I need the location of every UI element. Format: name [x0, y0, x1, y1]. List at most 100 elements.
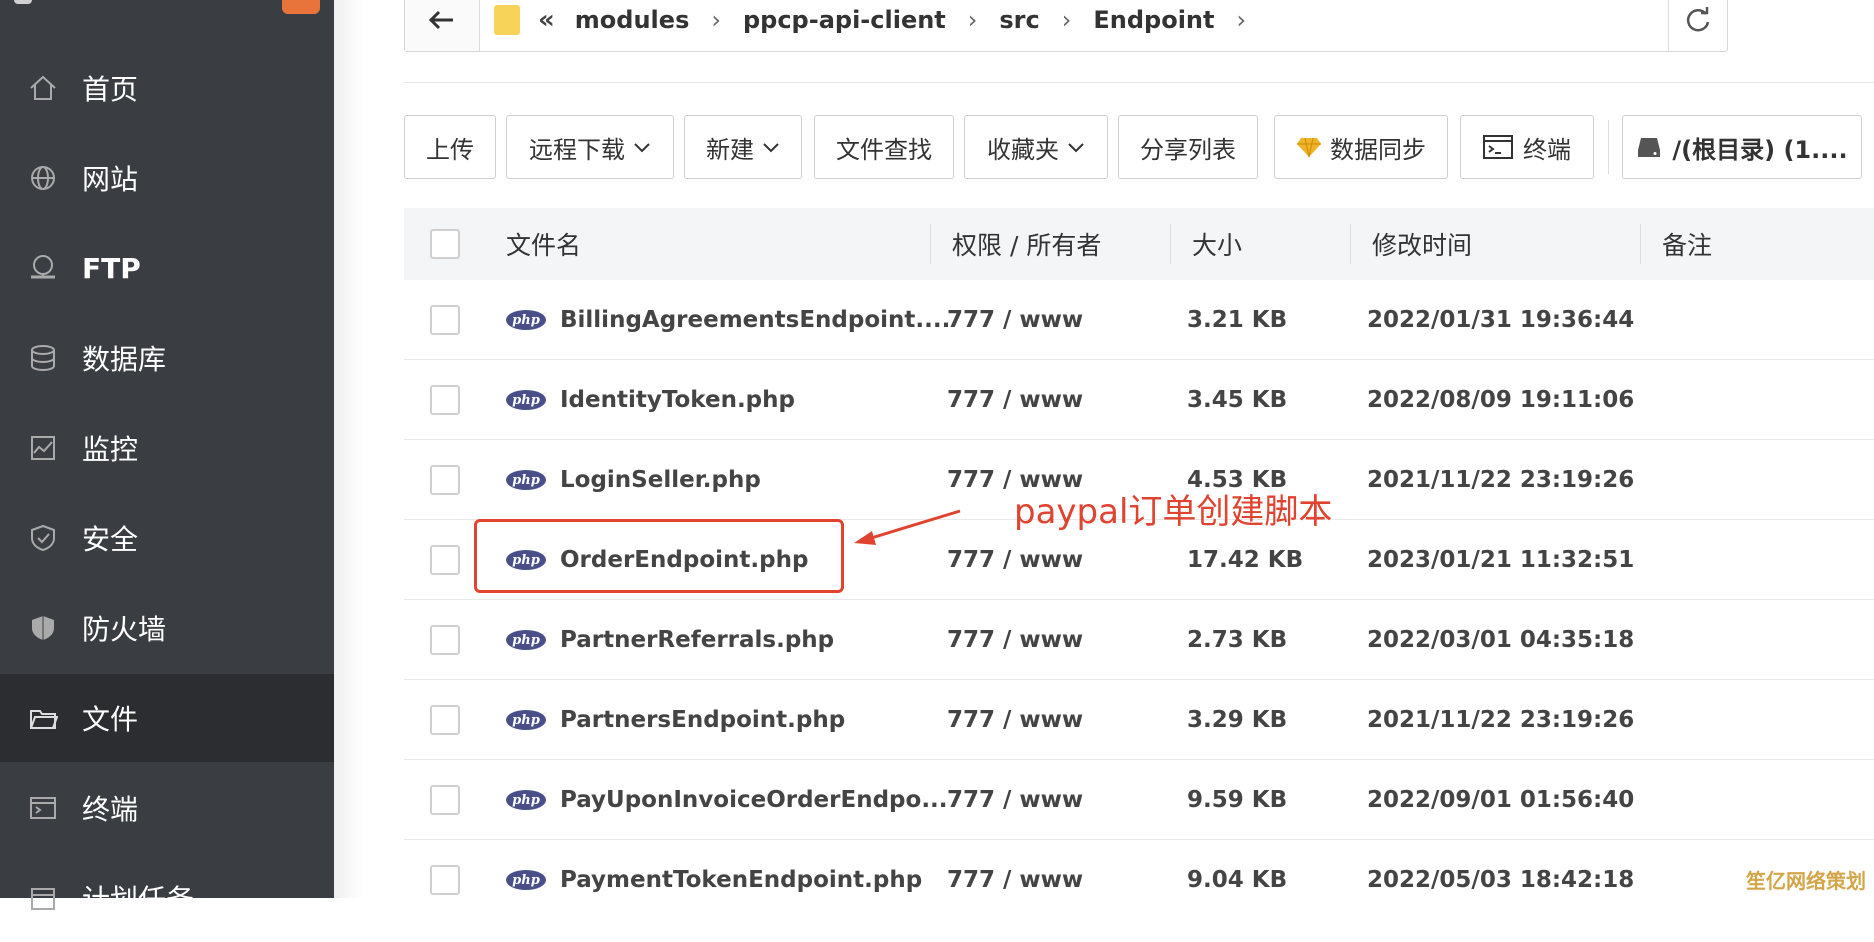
data-sync-button[interactable]: 数据同步: [1274, 115, 1448, 179]
column-header-note[interactable]: 备注: [1662, 208, 1712, 280]
breadcrumb-item[interactable]: modules: [575, 6, 690, 34]
terminal-icon: [26, 791, 60, 825]
row-checkbox[interactable]: [430, 465, 460, 495]
shield-icon: [26, 521, 60, 555]
column-header-size[interactable]: 大小: [1192, 208, 1242, 280]
file-permission[interactable]: 777 / www: [947, 360, 1083, 440]
file-size: 3.29 KB: [1187, 707, 1288, 733]
file-name[interactable]: PaymentTokenEndpoint.php: [560, 867, 922, 893]
file-size: 9.04 KB: [1187, 867, 1288, 893]
table-row[interactable]: php IdentityToken.php 777 / www 3.45 KB 2…: [404, 360, 1874, 440]
favorites-button[interactable]: 收藏夹: [964, 115, 1108, 179]
chevron-down-icon: [634, 143, 650, 153]
refresh-button[interactable]: [1668, 0, 1727, 51]
file-modified-time: 2021/11/22 23:19:26: [1367, 707, 1635, 733]
sidebar-shadow: [334, 0, 364, 898]
firewall-icon: [26, 611, 60, 645]
file-modified-time: 2022/08/09 19:11:06: [1367, 387, 1635, 413]
sidebar-item-cron[interactable]: 计划任务: [0, 854, 334, 942]
row-checkbox[interactable]: [430, 305, 460, 335]
php-file-icon: php: [506, 310, 546, 330]
sidebar-item-database[interactable]: 数据库: [0, 314, 334, 402]
file-name[interactable]: PartnerReferrals.php: [560, 627, 834, 653]
table-row[interactable]: php PaymentTokenEndpoint.php 777 / www 9.…: [404, 840, 1874, 898]
column-separator: [1350, 224, 1351, 264]
breadcrumb-item[interactable]: Endpoint: [1093, 6, 1214, 34]
file-permission[interactable]: 777 / www: [947, 600, 1083, 680]
sidebar-item-ftp[interactable]: FTP: [0, 224, 334, 312]
sidebar-item-terminal[interactable]: 终端: [0, 764, 334, 852]
upload-label: 上传: [426, 135, 474, 164]
sidebar-item-files[interactable]: 文件: [0, 674, 334, 762]
monitor-icon: [26, 431, 60, 465]
file-modified-time: 2021/11/22 23:19:26: [1367, 467, 1635, 493]
new-button[interactable]: 新建: [684, 115, 802, 179]
row-checkbox[interactable]: [430, 545, 460, 575]
row-checkbox[interactable]: [430, 785, 460, 815]
terminal-button[interactable]: 终端: [1460, 115, 1594, 179]
hard-drive-icon: [1638, 138, 1661, 157]
arrow-left-icon: [429, 10, 453, 30]
file-modified-time: 2022/03/01 04:35:18: [1367, 627, 1635, 653]
file-permission[interactable]: 777 / www: [947, 280, 1083, 360]
file-name[interactable]: BillingAgreementsEndpoint....: [560, 307, 950, 333]
sidebar-item-security[interactable]: 安全: [0, 494, 334, 582]
folder-icon: [494, 5, 520, 35]
double-chevron-left-icon[interactable]: «: [538, 5, 555, 35]
back-button[interactable]: [405, 0, 480, 51]
file-name[interactable]: IdentityToken.php: [560, 387, 795, 413]
row-checkbox[interactable]: [430, 625, 460, 655]
chevron-right-icon: ›: [967, 6, 978, 34]
php-file-icon: php: [506, 870, 546, 890]
file-name[interactable]: PayUponInvoiceOrderEndpo...: [560, 787, 948, 813]
file-permission[interactable]: 777 / www: [947, 760, 1083, 840]
sidebar-item-home[interactable]: 首页: [0, 44, 334, 132]
column-header-modified[interactable]: 修改时间: [1372, 208, 1472, 280]
row-checkbox[interactable]: [430, 385, 460, 415]
remote-download-button[interactable]: 远程下载: [506, 115, 674, 179]
file-permission[interactable]: 777 / www: [947, 680, 1083, 760]
sidebar-item-website[interactable]: 网站: [0, 134, 334, 222]
sidebar-item-label: 终端: [82, 793, 139, 826]
brand-area: [0, 0, 334, 36]
share-list-button[interactable]: 分享列表: [1118, 115, 1258, 179]
row-checkbox[interactable]: [430, 705, 460, 735]
home-icon: [26, 71, 60, 105]
sidebar-item-monitor[interactable]: 监控: [0, 404, 334, 492]
annotation-arrow-icon: [854, 509, 961, 545]
column-separator: [1170, 224, 1171, 264]
disk-label: /(根目录) (1....: [1672, 135, 1848, 164]
column-header-name[interactable]: 文件名: [506, 208, 581, 280]
file-search-button[interactable]: 文件查找: [814, 115, 954, 179]
sidebar-item-firewall[interactable]: 防火墙: [0, 584, 334, 672]
table-row[interactable]: php PartnerReferrals.php 777 / www 2.73 K…: [404, 600, 1874, 680]
notification-badge[interactable]: [282, 0, 320, 14]
file-name[interactable]: LoginSeller.php: [560, 467, 761, 493]
sidebar-item-label: 计划任务: [82, 883, 195, 916]
data-sync-label: 数据同步: [1330, 135, 1426, 164]
file-name[interactable]: PartnersEndpoint.php: [560, 707, 845, 733]
file-size: 3.45 KB: [1187, 387, 1288, 413]
column-header-permission[interactable]: 权限 / 所有者: [952, 208, 1101, 280]
table-row[interactable]: php BillingAgreementsEndpoint.... 777 / w…: [404, 280, 1874, 360]
breadcrumb-item[interactable]: ppcp-api-client: [743, 6, 946, 34]
php-file-icon: php: [506, 390, 546, 410]
file-size: 9.59 KB: [1187, 787, 1288, 813]
sidebar-item-label: 安全: [82, 523, 139, 556]
disk-selector-button[interactable]: /(根目录) (1....: [1622, 115, 1862, 179]
chevron-right-icon: ›: [1061, 6, 1072, 34]
select-all-checkbox[interactable]: [430, 229, 460, 259]
php-file-icon: php: [506, 630, 546, 650]
breadcrumb-item[interactable]: src: [999, 6, 1039, 34]
sidebar-item-label: 监控: [82, 433, 139, 466]
upload-button[interactable]: 上传: [404, 115, 496, 179]
table-row[interactable]: php PartnersEndpoint.php 777 / www 3.29 K…: [404, 680, 1874, 760]
table-row[interactable]: php PayUponInvoiceOrderEndpo... 777 / www…: [404, 760, 1874, 840]
php-file-icon: php: [506, 790, 546, 810]
chevron-right-icon: ›: [1236, 6, 1247, 34]
calendar-icon: [26, 881, 60, 915]
row-checkbox[interactable]: [430, 865, 460, 895]
php-file-icon: php: [506, 710, 546, 730]
file-permission[interactable]: 777 / www: [947, 840, 1083, 920]
sidebar: 首页 网站 FTP 数据库 监控 安全 防火墙 文件 终端 计划任务: [0, 0, 334, 916]
